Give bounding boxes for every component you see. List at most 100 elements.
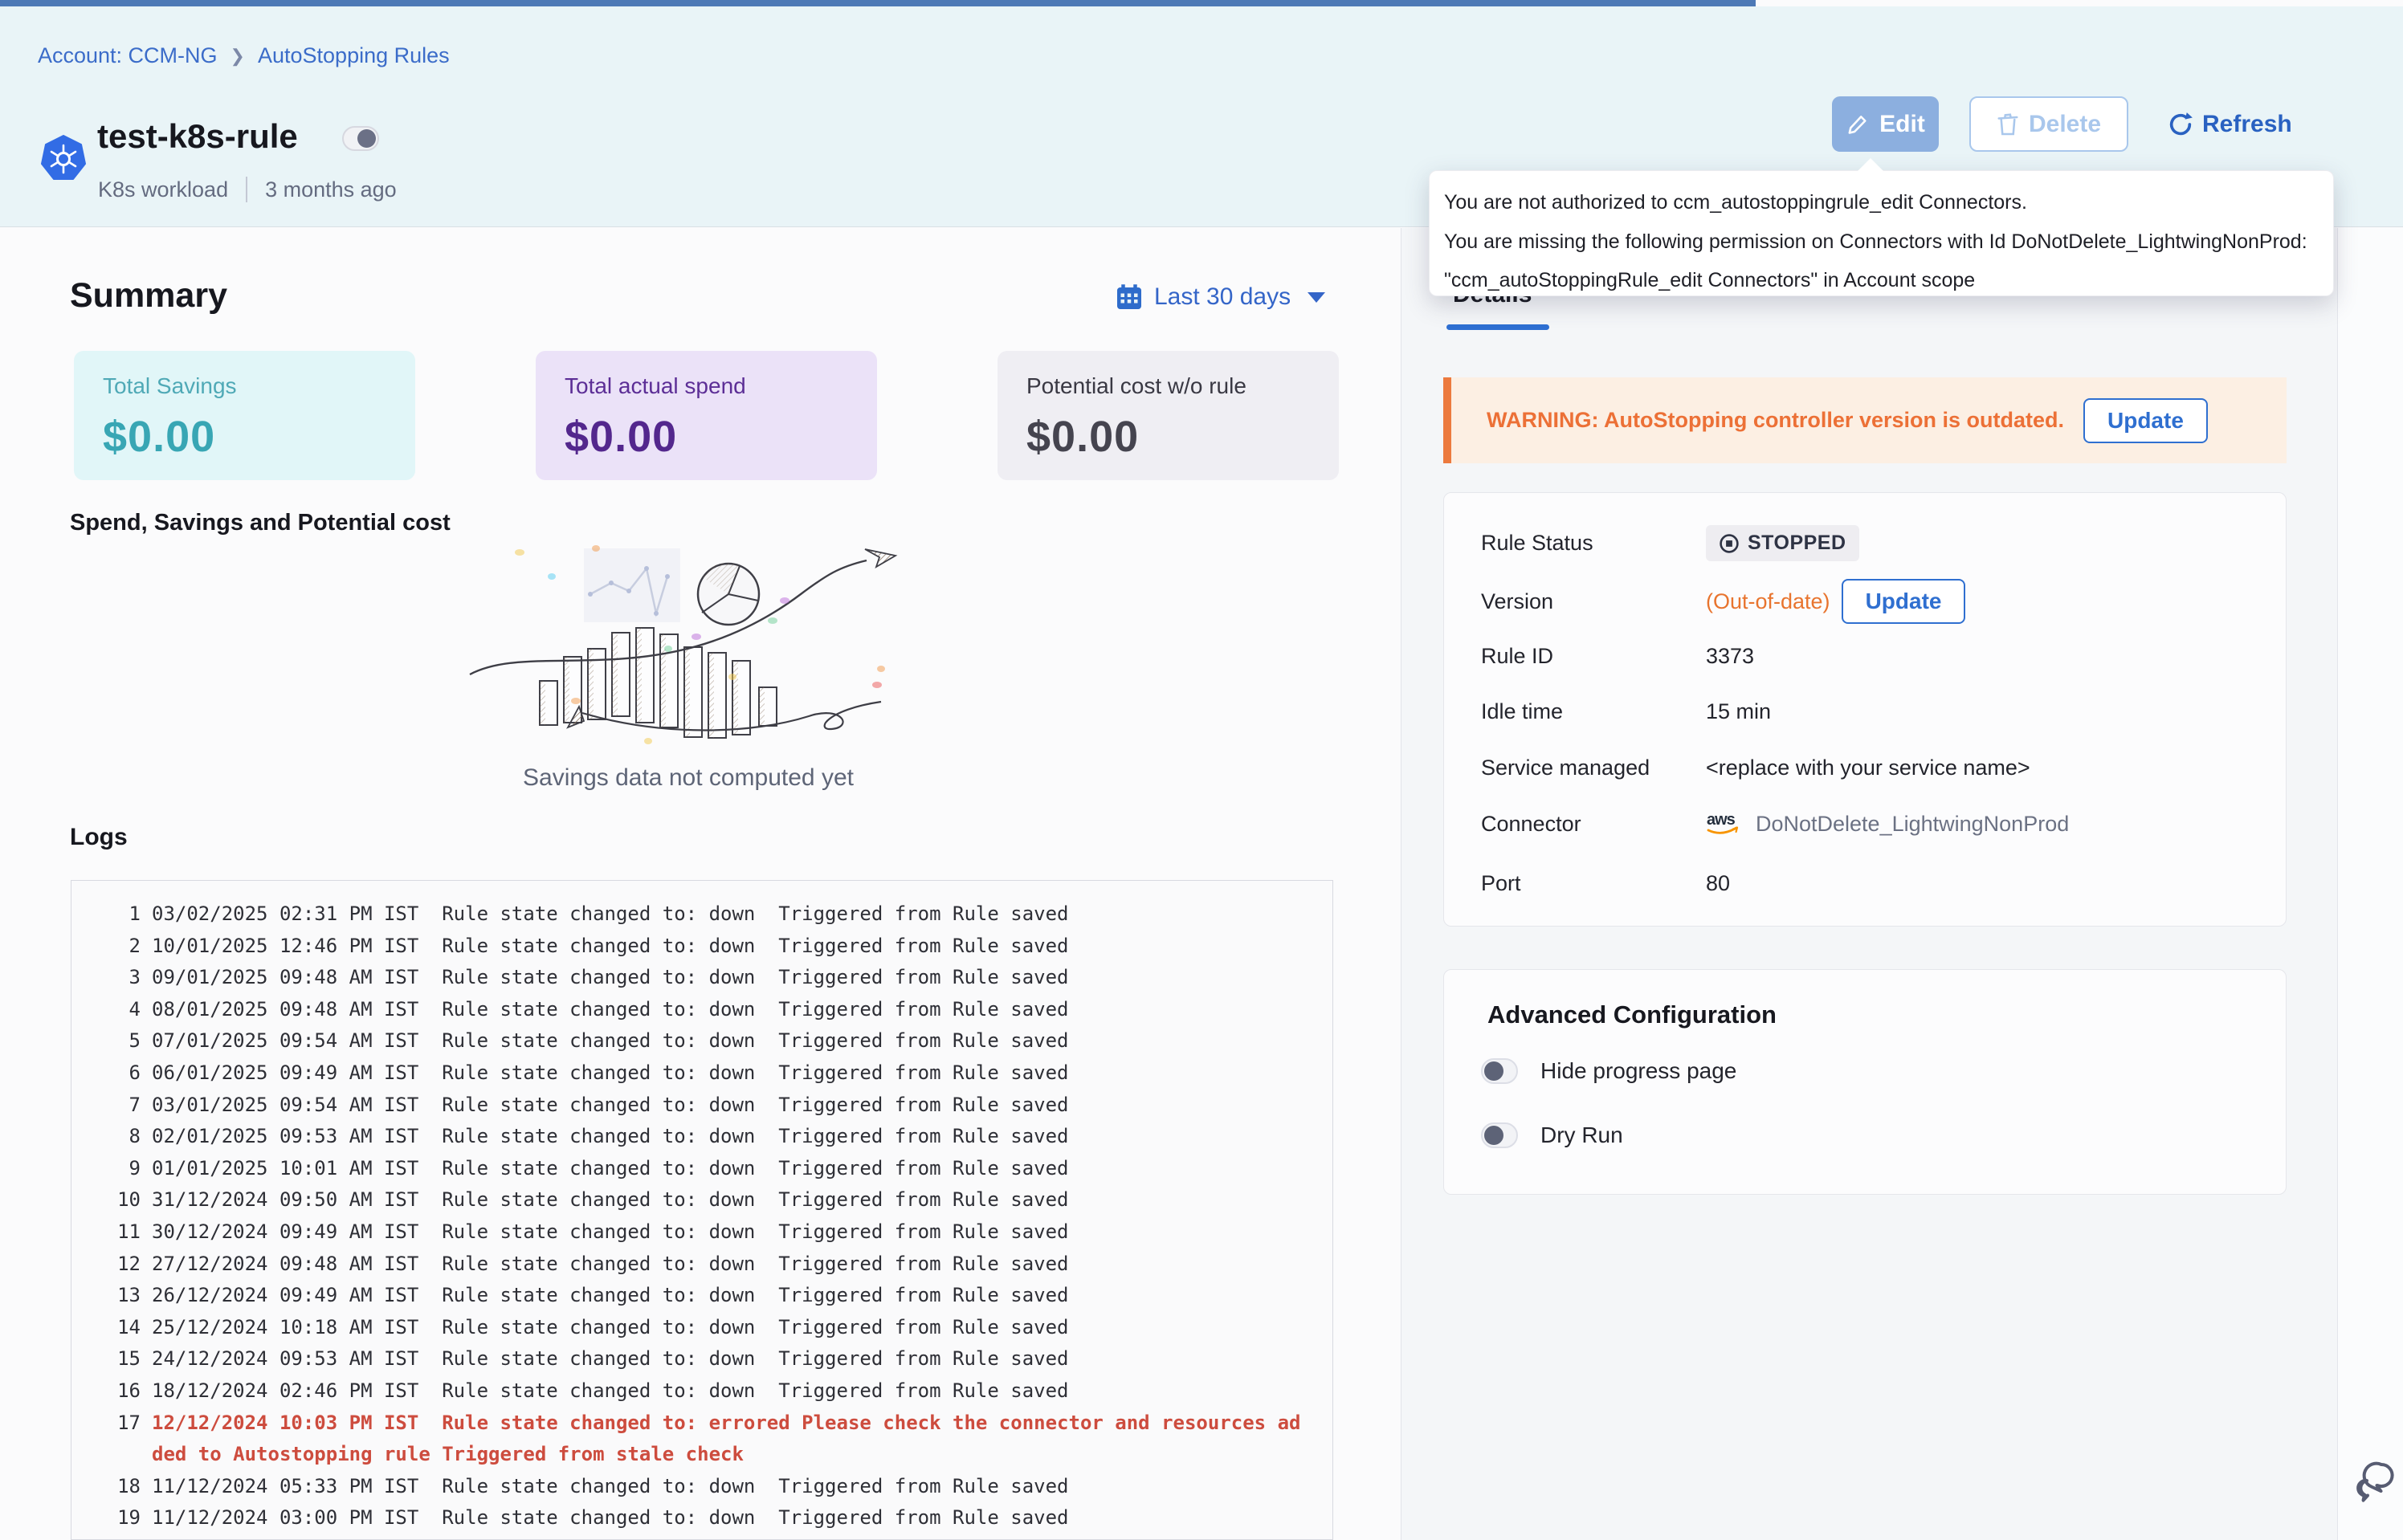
- date-range-label: Last 30 days: [1154, 283, 1291, 311]
- toggle-knob: [1484, 1061, 1503, 1081]
- aws-logo-icon: aws: [1706, 811, 1744, 837]
- total-savings-card: Total Savings $0.00: [74, 351, 415, 480]
- controller-update-button[interactable]: Update: [2083, 398, 2208, 443]
- refresh-label: Refresh: [2202, 111, 2292, 138]
- idle-time-row: Idle time 15 min: [1481, 699, 1771, 724]
- summary-heading: Summary: [70, 276, 227, 316]
- connector-value: DoNotDelete_LightwingNonProd: [1756, 812, 2069, 837]
- log-line: 408/01/2025 09:48 AM IST Rule state chan…: [80, 994, 1316, 1026]
- total-spend-card: Total actual spend $0.00: [536, 351, 877, 480]
- log-line: 703/01/2025 09:54 AM IST Rule state chan…: [80, 1090, 1316, 1122]
- status-text: STOPPED: [1748, 532, 1846, 555]
- logs-box[interactable]: 103/02/2025 02:31 PM IST Rule state chan…: [71, 880, 1333, 1540]
- tooltip-line-2: You are missing the following permission…: [1444, 231, 2319, 254]
- connector-row: Connector aws DoNotDelete_LightwingNonPr…: [1481, 811, 2069, 837]
- log-line: 901/01/2025 10:01 AM IST Rule state chan…: [80, 1153, 1316, 1185]
- log-line: 1227/12/2024 09:48 AM IST Rule state cha…: [80, 1249, 1316, 1281]
- hide-progress-toggle[interactable]: [1481, 1058, 1518, 1084]
- permission-tooltip: You are not authorized to ccm_autostoppi…: [1429, 170, 2334, 296]
- rule-subtitle: K8s workload 3 months ago: [98, 177, 397, 202]
- divider: [246, 177, 247, 202]
- log-line: 802/01/2025 09:53 AM IST Rule state chan…: [80, 1121, 1316, 1153]
- edit-button[interactable]: Edit: [1832, 96, 1939, 152]
- support-chat-icon[interactable]: [2355, 1460, 2398, 1509]
- tooltip-line-1: You are not authorized to ccm_autostoppi…: [1444, 192, 2319, 214]
- chevron-down-icon: [1308, 292, 1325, 303]
- stopped-icon: [1719, 533, 1740, 554]
- port-row: Port 80: [1481, 871, 1730, 896]
- log-line: 1031/12/2024 09:50 AM IST Rule state cha…: [80, 1184, 1316, 1216]
- log-line: 507/01/2025 09:54 AM IST Rule state chan…: [80, 1025, 1316, 1057]
- kubernetes-icon: [40, 135, 87, 187]
- tab-indicator: [1446, 324, 1549, 330]
- service-managed-row: Service managed <replace with your servi…: [1481, 756, 2030, 780]
- breadcrumb-account[interactable]: Account: CCM-NG: [38, 43, 218, 68]
- date-range-selector[interactable]: Last 30 days: [1115, 283, 1325, 312]
- card-label: Total actual spend: [565, 373, 848, 399]
- workload-type: K8s workload: [98, 177, 228, 202]
- rule-id-value: 3373: [1706, 644, 1754, 669]
- pencil-icon: [1846, 112, 1870, 136]
- row-label: Connector: [1481, 812, 1706, 837]
- toggle-label: Hide progress page: [1540, 1058, 1736, 1084]
- toggle-label: Dry Run: [1540, 1122, 1623, 1148]
- version-update-button[interactable]: Update: [1842, 579, 1966, 624]
- summary-cards: Total Savings $0.00 Total actual spend $…: [74, 351, 1339, 480]
- controller-warning-banner: WARNING: AutoStopping controller version…: [1443, 377, 2287, 463]
- breadcrumb: Account: CCM-NG ❯ AutoStopping Rules: [38, 43, 450, 68]
- tooltip-line-3: "ccm_autoStoppingRule_edit Connectors" i…: [1444, 270, 2319, 292]
- row-label: Version: [1481, 589, 1706, 614]
- chevron-right-icon: ❯: [231, 46, 245, 67]
- progress-bar: [0, 0, 1756, 6]
- potential-cost-card: Potential cost w/o rule $0.00: [998, 351, 1339, 480]
- trash-icon: [1997, 112, 2019, 136]
- log-line: 1811/12/2024 05:33 PM IST Rule state cha…: [80, 1471, 1316, 1503]
- card-label: Total Savings: [103, 373, 386, 399]
- log-line: 210/01/2025 12:46 PM IST Rule state chan…: [80, 931, 1316, 963]
- calendar-icon: [1115, 283, 1144, 312]
- row-label: Port: [1481, 871, 1706, 896]
- log-line: 1618/12/2024 02:46 PM IST Rule state cha…: [80, 1375, 1316, 1408]
- delete-button[interactable]: Delete: [1969, 96, 2128, 152]
- rule-enable-toggle[interactable]: [342, 126, 379, 151]
- card-label: Potential cost w/o rule: [1026, 373, 1310, 399]
- card-value: $0.00: [1026, 412, 1310, 462]
- status-badge: STOPPED: [1706, 525, 1859, 561]
- port-value: 80: [1706, 871, 1730, 896]
- edit-label: Edit: [1879, 111, 1925, 138]
- dry-run-toggle-row: Dry Run: [1481, 1122, 1623, 1148]
- chart-heading: Spend, Savings and Potential cost: [70, 510, 451, 536]
- refresh-button[interactable]: Refresh: [2167, 106, 2292, 143]
- card-value: $0.00: [103, 412, 386, 462]
- savings-illustration: [463, 544, 913, 749]
- advanced-configuration-heading: Advanced Configuration: [1487, 1000, 1777, 1029]
- logs-heading: Logs: [70, 824, 128, 851]
- last-updated: 3 months ago: [265, 177, 397, 202]
- dry-run-toggle[interactable]: [1481, 1122, 1518, 1148]
- rule-status-row: Rule Status STOPPED: [1481, 525, 1859, 561]
- log-line: 1911/12/2024 03:00 PM IST Rule state cha…: [80, 1502, 1316, 1534]
- log-line: 309/01/2025 09:48 AM IST Rule state chan…: [80, 962, 1316, 994]
- page-title: test-k8s-rule: [97, 117, 298, 156]
- version-row: Version (Out-of-date) Update: [1481, 579, 1965, 624]
- svg-text:aws: aws: [1707, 811, 1736, 829]
- row-label: Service managed: [1481, 756, 1706, 780]
- service-managed-value: <replace with your service name>: [1706, 756, 2030, 780]
- details-panel: Details WARNING: AutoStopping controller…: [1401, 228, 2337, 1540]
- empty-chart-text: Savings data not computed yet: [463, 764, 913, 792]
- rule-id-row: Rule ID 3373: [1481, 644, 1754, 669]
- row-label: Idle time: [1481, 699, 1706, 724]
- row-label: Rule Status: [1481, 531, 1706, 556]
- delete-label: Delete: [2029, 111, 2101, 138]
- log-line: 1425/12/2024 10:18 AM IST Rule state cha…: [80, 1312, 1316, 1344]
- refresh-icon: [2167, 111, 2194, 138]
- log-line: 1524/12/2024 09:53 AM IST Rule state cha…: [80, 1343, 1316, 1375]
- card-value: $0.00: [565, 412, 848, 462]
- log-line: 1326/12/2024 09:49 AM IST Rule state cha…: [80, 1280, 1316, 1312]
- warning-text: WARNING: AutoStopping controller version…: [1487, 408, 2064, 433]
- log-line: 1130/12/2024 09:49 AM IST Rule state cha…: [80, 1216, 1316, 1249]
- version-status: (Out-of-date): [1706, 589, 1830, 614]
- toggle-knob: [1484, 1126, 1503, 1145]
- breadcrumb-page[interactable]: AutoStopping Rules: [258, 43, 450, 68]
- rule-details-card: Rule Status STOPPED Version (Out-of-date…: [1443, 492, 2287, 927]
